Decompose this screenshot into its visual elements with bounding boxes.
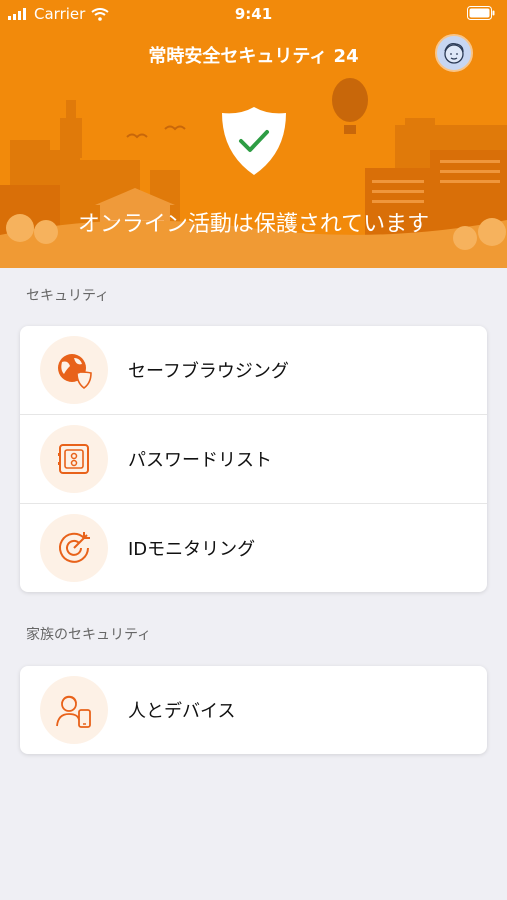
shield-check-icon xyxy=(222,107,286,175)
section-label-security: セキュリティ xyxy=(26,288,110,304)
user-face-icon xyxy=(444,43,464,64)
status-bar: Carrier 9:41 xyxy=(0,0,507,28)
protection-status: オンライン活動は保護されています xyxy=(77,212,430,237)
hero-banner: Carrier 9:41 常時安全セキュリティ 24 オンライン活動は保護されて… xyxy=(0,0,507,268)
clock: 9:41 xyxy=(234,5,273,23)
safe-browsing-item[interactable]: セーフブラウジング xyxy=(20,326,487,415)
id-monitoring-item[interactable]: IDモニタリング xyxy=(20,504,487,592)
security-card: セーフブラウジング パスワードリスト IDモニタリング xyxy=(20,326,487,592)
section-label-family: 家族のセキュリティ xyxy=(26,627,152,643)
family-card: 人とデバイス xyxy=(20,666,487,754)
people-devices-label: 人とデバイス xyxy=(128,701,236,722)
battery-icon xyxy=(467,6,495,20)
password-list-item[interactable]: パスワードリスト xyxy=(20,415,487,504)
person-device-icon xyxy=(56,695,91,728)
password-list-label: パスワードリスト xyxy=(128,450,272,471)
id-monitoring-label: IDモニタリング xyxy=(128,539,256,560)
avatar[interactable] xyxy=(435,34,473,72)
safe-browsing-label: セーフブラウジング xyxy=(128,361,289,382)
target-icon xyxy=(59,532,90,563)
people-devices-item[interactable]: 人とデバイス xyxy=(20,666,487,754)
vault-icon xyxy=(58,444,89,474)
app-title: 常時安全セキュリティ 24 xyxy=(148,46,359,67)
globe-shield-icon xyxy=(58,354,92,389)
